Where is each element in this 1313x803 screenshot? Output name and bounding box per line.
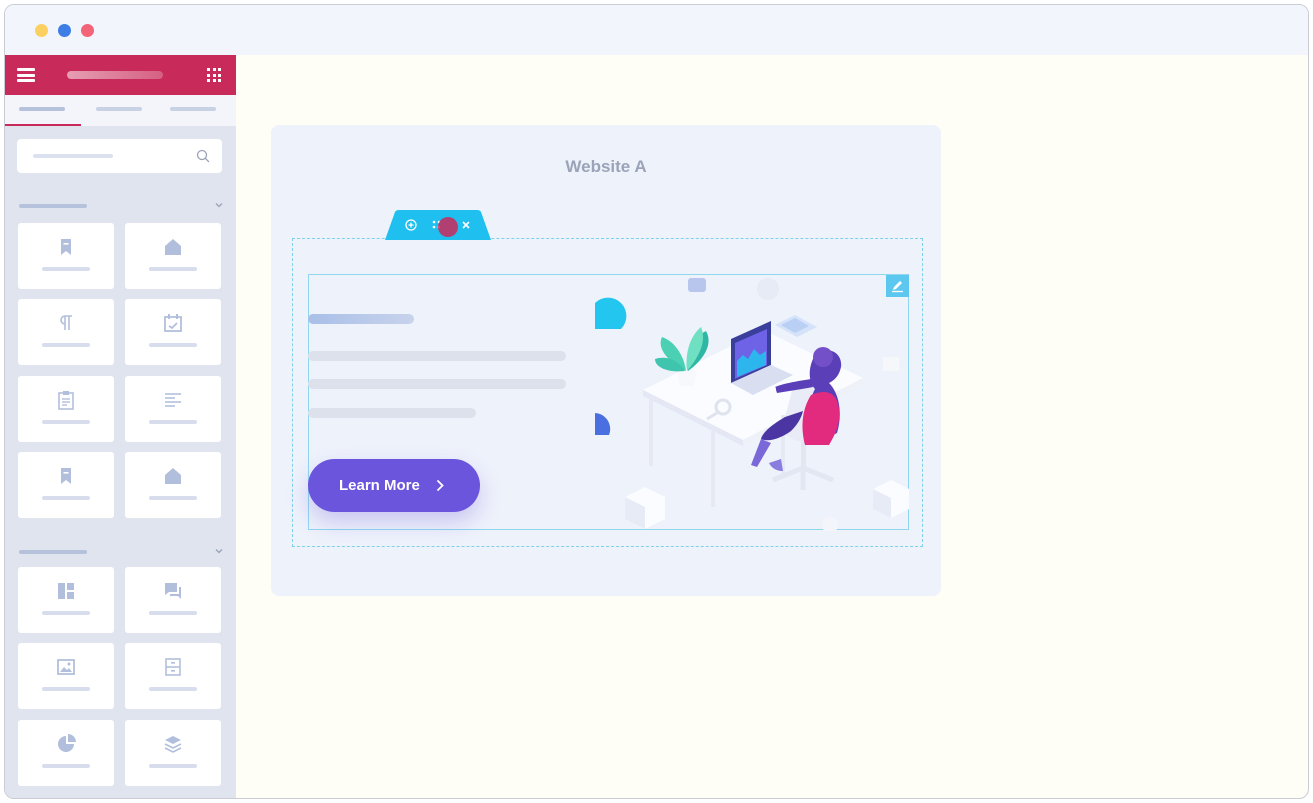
close-icon[interactable] xyxy=(460,219,472,231)
apps-grid-icon[interactable] xyxy=(207,68,221,82)
widget-tile-archive[interactable] xyxy=(125,643,221,709)
add-icon[interactable] xyxy=(405,219,417,231)
workspace-illustration xyxy=(595,278,909,531)
active-tab-indicator xyxy=(5,124,81,126)
tab-elements[interactable] xyxy=(19,107,65,111)
section-advanced-header[interactable] xyxy=(19,548,224,558)
widget-tile-image[interactable] xyxy=(18,643,114,709)
widget-tile-paragraph[interactable] xyxy=(18,299,114,365)
layers-icon xyxy=(164,736,182,753)
bookmark-icon xyxy=(61,468,71,484)
learn-more-button[interactable]: Learn More xyxy=(308,459,480,512)
widget-tile-chat[interactable] xyxy=(125,567,221,633)
hero-text-placeholder xyxy=(308,408,476,418)
cursor-indicator xyxy=(438,217,458,237)
widget-tile-calendar[interactable] xyxy=(125,299,221,365)
archive-icon xyxy=(165,658,181,676)
sidebar-tabs xyxy=(5,95,236,126)
tab-global[interactable] xyxy=(96,107,142,111)
sidebar-title-placeholder xyxy=(67,71,163,79)
chevron-right-icon xyxy=(437,480,444,491)
image-icon xyxy=(57,659,75,675)
widget-sidebar xyxy=(5,55,236,798)
calendar-icon xyxy=(164,314,182,332)
pie-chart-icon xyxy=(58,734,76,752)
search-icon[interactable] xyxy=(196,149,210,163)
browser-window: Website A Learn More xyxy=(4,4,1309,799)
hero-eyebrow-placeholder xyxy=(308,314,414,324)
widget-tile-layers[interactable] xyxy=(125,720,221,786)
close-dot[interactable] xyxy=(81,24,94,37)
zoom-dot[interactable] xyxy=(58,24,71,37)
widget-tile-home-2[interactable] xyxy=(125,452,221,518)
bookmark-icon xyxy=(61,239,71,255)
text-align-icon xyxy=(165,393,181,407)
page-title: Website A xyxy=(565,157,647,176)
hero-text-placeholder xyxy=(308,379,566,389)
menu-icon[interactable] xyxy=(17,68,35,82)
search-placeholder xyxy=(33,154,113,158)
hero-text-placeholder xyxy=(308,351,566,361)
widget-tile-bookmark-2[interactable] xyxy=(18,452,114,518)
search-input[interactable] xyxy=(17,139,222,173)
widget-tile-chart[interactable] xyxy=(18,720,114,786)
home-icon xyxy=(165,239,181,255)
widget-tile-text[interactable] xyxy=(125,376,221,442)
widget-tile-clipboard[interactable] xyxy=(18,376,114,442)
minimize-dot[interactable] xyxy=(35,24,48,37)
sidebar-header xyxy=(5,55,236,95)
learn-more-label: Learn More xyxy=(339,477,420,494)
widget-tile-layout[interactable] xyxy=(18,567,114,633)
title-bar xyxy=(5,5,1308,55)
section-title-placeholder xyxy=(19,550,87,554)
paragraph-icon xyxy=(60,315,72,330)
section-basic-header[interactable] xyxy=(19,202,224,212)
chevron-down-icon[interactable] xyxy=(214,200,224,210)
home-icon xyxy=(165,468,181,484)
tab-settings[interactable] xyxy=(170,107,216,111)
widget-tile-home[interactable] xyxy=(125,223,221,289)
clipboard-icon xyxy=(58,391,74,410)
widget-tile-bookmark[interactable] xyxy=(18,223,114,289)
chat-icon xyxy=(165,583,181,599)
layout-icon xyxy=(58,583,74,599)
section-title-placeholder xyxy=(19,204,87,208)
chevron-down-icon[interactable] xyxy=(214,546,224,556)
